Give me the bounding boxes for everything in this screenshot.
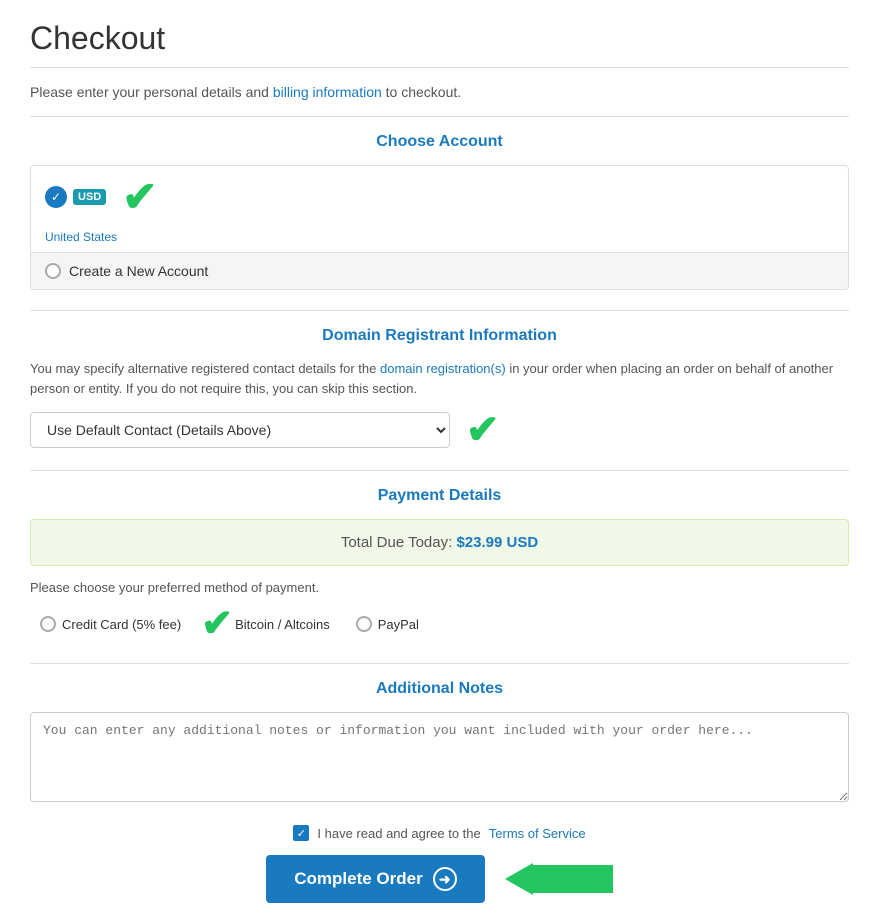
intro-text: Please enter your personal details and b… — [30, 84, 849, 100]
domain-checkmark-icon: ✔ — [466, 410, 500, 450]
check-circle-icon: ✓ — [45, 186, 67, 208]
create-account-row[interactable]: Create a New Account — [31, 252, 848, 289]
additional-notes-textarea[interactable] — [30, 712, 849, 802]
dropdown-row: Use Default Contact (Details Above) Ente… — [30, 410, 849, 450]
terms-checkbox[interactable]: ✓ — [293, 825, 309, 841]
terms-row: ✓ I have read and agree to the Terms of … — [30, 825, 849, 841]
domain-registrant-title: Domain Registrant Information — [30, 327, 849, 345]
payment-option-paypal[interactable]: PayPal — [356, 616, 419, 632]
payment-details-section: Payment Details Total Due Today: $23.99 … — [30, 487, 849, 643]
domain-info-text: You may specify alternative registered c… — [30, 359, 849, 398]
terms-link[interactable]: Terms of Service — [489, 826, 586, 841]
account-icon-wrap: ✓ USD ✔ — [45, 176, 157, 218]
account-checkmark-icon: ✔ — [122, 176, 157, 218]
additional-notes-section: Additional Notes — [30, 680, 849, 805]
paypal-radio[interactable] — [356, 616, 372, 632]
additional-notes-title: Additional Notes — [30, 680, 849, 698]
bitcoin-checkmark-icon: ✔ — [201, 605, 233, 643]
total-amount: $23.99 USD — [456, 534, 538, 551]
create-account-label: Create a New Account — [69, 263, 208, 279]
usd-badge: USD — [73, 189, 106, 205]
contact-dropdown[interactable]: Use Default Contact (Details Above) Ente… — [30, 412, 450, 448]
credit-card-label: Credit Card (5% fee) — [62, 617, 181, 632]
choose-account-section: Choose Account ✓ USD ✔ United States Cre… — [30, 133, 849, 290]
domain-registrant-section: Domain Registrant Information You may sp… — [30, 327, 849, 450]
complete-order-button[interactable]: Complete Order ➜ — [266, 855, 484, 903]
total-label: Total Due Today: — [341, 534, 452, 551]
account-box: ✓ USD ✔ United States Create a New Accou… — [30, 165, 849, 290]
page-title: Checkout — [30, 20, 849, 57]
arrow-shaft-icon — [533, 865, 613, 893]
complete-order-arrow-icon: ➜ — [433, 867, 457, 891]
terms-label: I have read and agree to the — [317, 826, 480, 841]
credit-card-radio[interactable] — [40, 616, 56, 632]
total-due-box: Total Due Today: $23.99 USD — [30, 519, 849, 566]
account-selected-row[interactable]: ✓ USD ✔ — [31, 166, 848, 228]
payment-option-credit[interactable]: Credit Card (5% fee) — [40, 616, 181, 632]
create-account-radio[interactable] — [45, 263, 61, 279]
payment-options: Credit Card (5% fee) ✔ Bitcoin / Altcoin… — [30, 605, 849, 643]
choose-account-title: Choose Account — [30, 133, 849, 151]
bitcoin-label: Bitcoin / Altcoins — [235, 617, 330, 632]
arrow-head-icon — [505, 863, 533, 895]
country-label: United States — [31, 228, 848, 252]
payment-method-label: Please choose your preferred method of p… — [30, 580, 849, 595]
payment-option-bitcoin[interactable]: ✔ Bitcoin / Altcoins — [207, 605, 330, 643]
green-arrow-indicator — [505, 863, 613, 895]
complete-order-row: Complete Order ➜ — [30, 855, 849, 903]
paypal-label: PayPal — [378, 617, 419, 632]
payment-details-title: Payment Details — [30, 487, 849, 505]
complete-order-label: Complete Order — [294, 869, 422, 889]
